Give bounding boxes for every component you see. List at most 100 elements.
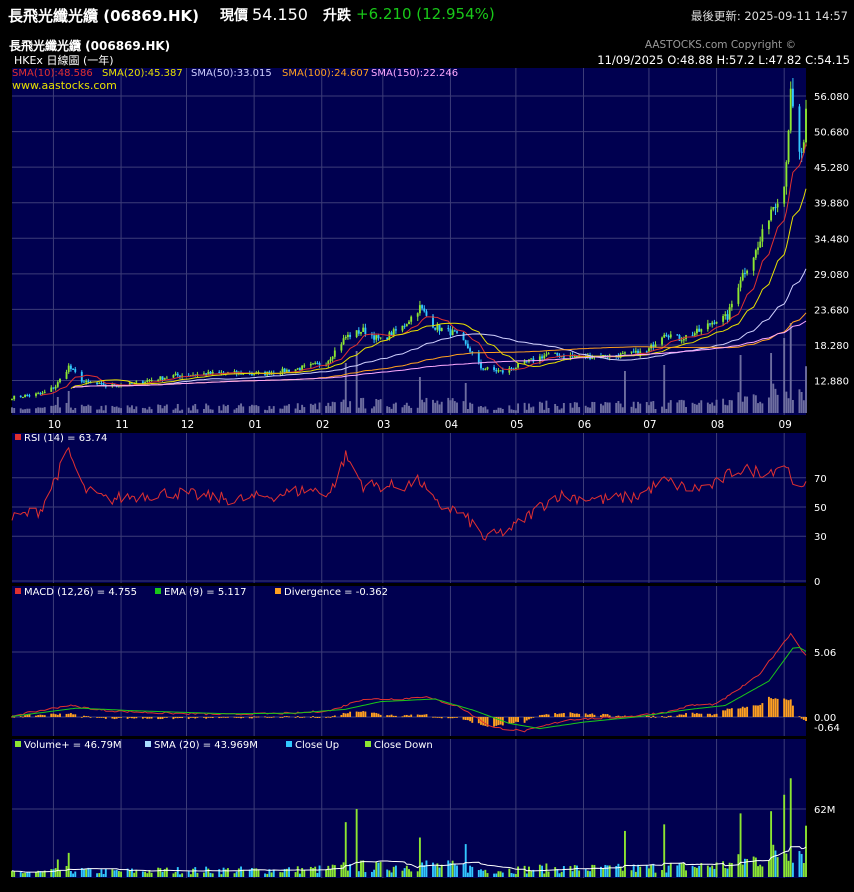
volume-bar	[711, 865, 714, 877]
macd-legend-swatch-0	[15, 588, 21, 594]
volume-bar	[266, 873, 269, 877]
volume-bar	[632, 864, 635, 877]
candle	[408, 321, 410, 325]
candle	[333, 350, 336, 357]
divergence-bar	[691, 712, 694, 717]
price-volume-bar	[562, 403, 565, 413]
price-volume-bar	[752, 394, 755, 413]
volume-bar	[301, 868, 304, 877]
divergence-bar	[100, 717, 103, 718]
divergence-bar	[373, 712, 376, 717]
divergence-bar	[418, 714, 421, 717]
candle	[355, 330, 358, 337]
divergence-bar	[144, 717, 147, 718]
volume-bar	[648, 868, 650, 877]
volume-bar	[434, 865, 437, 877]
volume-bar	[739, 813, 742, 877]
divergence-bar	[711, 715, 714, 717]
candle	[665, 334, 668, 336]
volume-bar	[314, 866, 317, 877]
price-volume-bar	[785, 391, 788, 413]
candle	[26, 395, 29, 397]
divergence-bar	[146, 717, 149, 719]
volume-bar	[281, 872, 284, 877]
volume-bar	[362, 860, 365, 877]
volume-bar	[146, 873, 149, 877]
price-volume-bar	[141, 407, 144, 413]
divergence-bar	[37, 715, 40, 717]
candle	[309, 363, 312, 366]
price-volume-bar	[222, 404, 225, 413]
divergence-bar	[394, 715, 397, 717]
divergence-bar	[593, 714, 596, 717]
divergence-bar	[242, 717, 245, 718]
price-volume-bar	[135, 406, 138, 413]
price-volume-bar	[98, 409, 101, 413]
volume-bar	[678, 862, 681, 877]
divergence-bar	[787, 700, 790, 717]
price-volume-bar	[449, 400, 452, 413]
divergence-bar	[680, 714, 683, 717]
divergence-bar	[203, 717, 205, 718]
divergence-bar	[545, 714, 548, 717]
stock-chart: 長飛光纖光纜 (006869.HK) AASTOCKS.com Copyrigh…	[0, 30, 854, 892]
divergence-bar	[706, 713, 709, 717]
candle	[695, 328, 698, 334]
price-volume-bar	[41, 407, 44, 413]
candle	[69, 365, 72, 369]
volume-bar	[222, 867, 225, 877]
price-volume-bar	[346, 407, 349, 413]
price-volume-bar	[133, 409, 136, 413]
volume-bar	[530, 870, 533, 877]
divergence-bar	[65, 713, 68, 717]
price-volume-bar	[787, 398, 790, 413]
divergence-bar	[709, 713, 711, 717]
price-volume-bar	[150, 409, 153, 413]
volume-bar	[104, 868, 107, 877]
divergence-bar	[390, 714, 393, 717]
volume-bar	[288, 867, 290, 877]
volume-bar	[21, 873, 24, 877]
sma-legend-4: SMA(150):22.246	[371, 68, 458, 79]
price-volume-bar	[296, 403, 299, 413]
price-volume-bar	[730, 400, 733, 413]
price-volume-bar	[331, 401, 334, 413]
candle	[447, 327, 450, 329]
divergence-bar	[111, 717, 114, 719]
volume-bar	[316, 873, 319, 877]
price-volume-bar	[386, 406, 389, 413]
candle	[456, 331, 458, 333]
candle	[486, 367, 489, 370]
price-volume-bar	[403, 404, 406, 413]
candle	[318, 363, 321, 366]
price-volume-bar	[165, 404, 168, 413]
price-volume-bar	[743, 396, 746, 413]
volume-bar	[157, 867, 160, 877]
divergence-bar	[98, 717, 101, 718]
price-volume-bar	[440, 401, 443, 413]
divergence-bar	[619, 716, 622, 718]
price-volume-bar	[711, 402, 714, 413]
candle	[165, 377, 168, 379]
candle	[288, 369, 290, 372]
candle	[556, 352, 559, 356]
divergence-bar	[377, 713, 380, 717]
candle	[135, 381, 138, 383]
price-volume-bar	[425, 397, 428, 413]
volume-bar	[554, 867, 557, 877]
candle	[440, 327, 443, 332]
volume-bar	[462, 863, 465, 877]
volume-bar	[421, 862, 424, 877]
volume-bar	[360, 860, 362, 877]
price-volume-bar	[379, 399, 382, 413]
price-volume-bar	[104, 405, 107, 413]
volume-bar	[390, 872, 393, 877]
divergence-bar	[543, 714, 546, 717]
month-tick: 05	[510, 419, 523, 431]
candle	[163, 377, 166, 380]
candle	[462, 332, 465, 341]
volume-bar	[456, 865, 458, 877]
divergence-bar	[179, 717, 181, 719]
candle	[715, 321, 718, 324]
divergence-bar	[497, 717, 500, 726]
